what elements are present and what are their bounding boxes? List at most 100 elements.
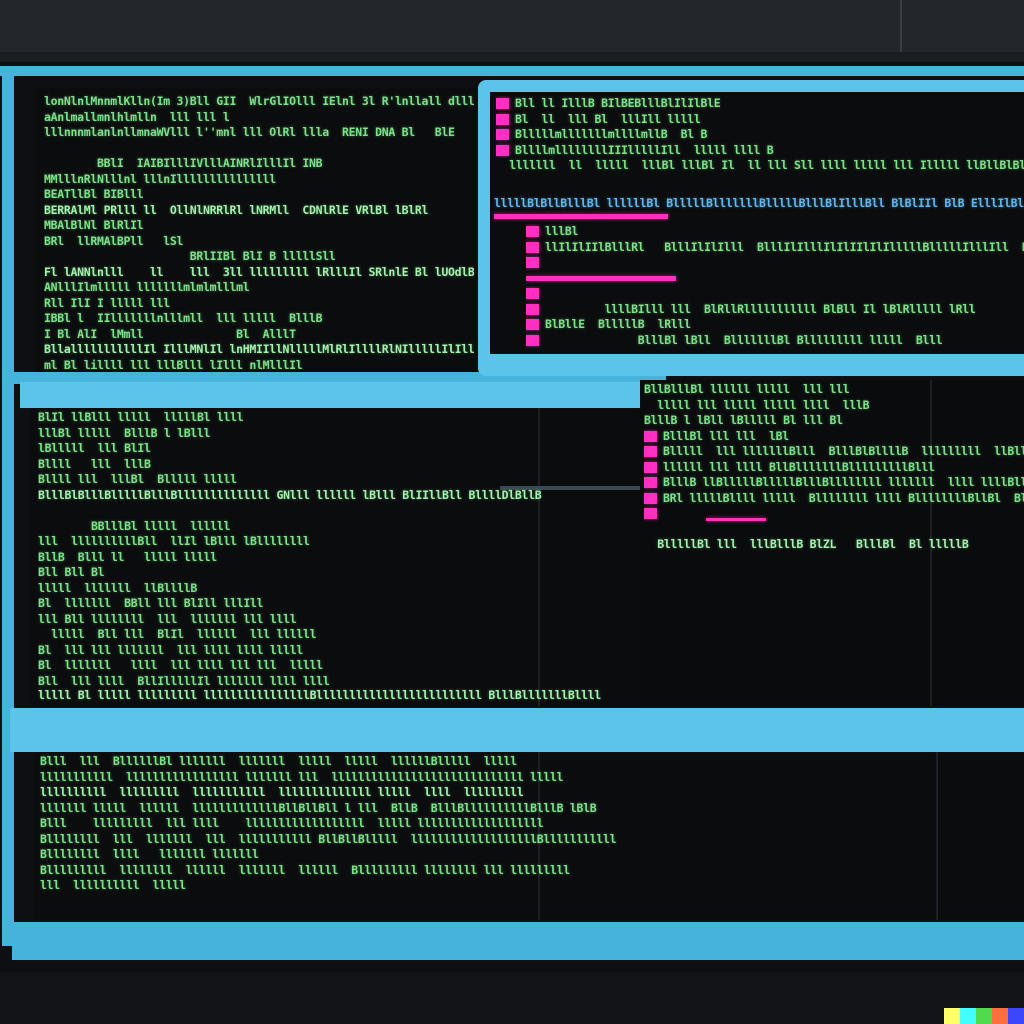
output-line: BlllB l lBll lBlllll Bl lll Bl <box>644 413 843 427</box>
marker-icon <box>526 257 539 268</box>
watermark-logo <box>944 1008 1024 1024</box>
output-line: Bll Bll Bl <box>38 565 105 579</box>
output-line: BEATllBl BIBlll <box>44 187 144 201</box>
terminal-header: Bll ll IlllB BIlBEBlllBlIlIlBlE Bl ll ll… <box>496 96 1024 196</box>
terminal-output: lonNlnlMnnmlKlln(Im 3)Bll GII WlrGlIOlll… <box>44 94 474 370</box>
marker-icon <box>526 241 539 253</box>
body-line <box>526 286 1024 302</box>
output-line: BlllBlBlllBlllllBlllBllllllllllllll GNll… <box>38 487 542 502</box>
output-line: Fl lANNlnlll ll lll 3ll lllllllll lRlllI… <box>44 264 474 279</box>
monitor-bottom-bezel <box>0 972 1024 1024</box>
output-line: lll llllllllll lllll <box>40 878 186 892</box>
output-line: lllll Bll lll BlIl llllll lll llllll <box>38 627 317 641</box>
output-line: llllllllll lllllllll lllllllllll lllllll… <box>40 785 524 799</box>
output-line: BBlllBl lllll llllll <box>38 518 231 533</box>
header-line: BllllmllllllllIIIlllllIll lllll llll B <box>496 143 1024 159</box>
output-line: Bl lll lll lllllll lll llll llll lllll <box>38 642 303 657</box>
output-line: llllll lll llll BllBlllllllBlllllllllBll… <box>644 460 1024 476</box>
marker-icon <box>526 303 539 315</box>
output-line: BlIl llBlll lllll lllllBl llll <box>38 410 244 424</box>
terminal-pane-top-left[interactable]: lonNlnlMnnmlKlln(Im 3)Bll GII WlrGlIOlll… <box>36 88 476 372</box>
monitor-top-bezel <box>0 0 1024 52</box>
output-line: lllll lll lllll lllll llll lllB <box>644 397 870 412</box>
terminal-output: Blll lll BllllllBl lllllll lllllll lllll… <box>40 754 900 920</box>
output-line: Rll IlI I lllll lll <box>44 295 170 310</box>
output-line: lBlllll lll BlIl <box>38 441 151 455</box>
pink-divider <box>494 214 668 219</box>
marker-icon <box>644 492 657 504</box>
output-line: I Bl AlI lMmll Bl AlllT <box>44 326 296 341</box>
output-line: lllll lllllll llBllllB <box>38 580 197 595</box>
highlighted-line: lllllBlBllBlllBl llllllBl BlllllBlllllll… <box>494 196 1024 214</box>
bezel-seam <box>900 0 902 52</box>
terminal-body: lllBl llIlIlIIlBlllRl BlllIlIlIlll BlllI… <box>526 224 1024 352</box>
pane-seam <box>936 752 938 920</box>
terminal-pane-middle-right[interactable]: BllBlllBl llllll lllll lll lll lllll lll… <box>640 380 1024 706</box>
frame-lower-rail <box>10 708 1024 752</box>
output-line: MMlllnRlNlllnl lllnIlllllllllllllll <box>44 171 276 186</box>
output-line: Bllllllll llll lllllll lllllll <box>40 847 259 861</box>
marker-icon <box>644 446 657 457</box>
output-line: Blll lllllllll lll llll llllllllllllllll… <box>40 816 544 830</box>
output-line: lllllll lllll llllll lllllllllllllBllBll… <box>40 800 597 815</box>
marker-icon <box>496 144 509 156</box>
body-line: llllBIlll lll BlRllRlllllllllll BlBll Il… <box>526 302 1024 318</box>
output-line: Bllll lll lllB <box>38 456 151 471</box>
output-line: aAnlmallmnlhlmlln lll lll l <box>44 109 230 124</box>
marker-icon <box>496 129 509 140</box>
output-line: Blllll lll lllllllBlll BlllBlBllllB llll… <box>644 444 1024 460</box>
terminal-pane-top-right[interactable]: Bll ll IlllB BIlBEBlllBlIlIlBlE Bl ll ll… <box>490 92 1024 354</box>
output-line: BRl lllllBllll lllll Bllllllll llll Blll… <box>644 491 1024 507</box>
output-line: lllBl lllll BlllB l lBlll <box>38 425 211 440</box>
output-line: lllnnnmlanlnllmnaWVlll l''mnl lll OlRl l… <box>44 125 455 139</box>
output-line: BlllBl lll lll lBl <box>644 429 1024 445</box>
frame-left-rail <box>2 66 14 946</box>
output-line: lonNlnlMnnmlKlln(Im 3)Bll GII WlrGlIOlll… <box>44 94 474 108</box>
frame-mid-rail-2 <box>20 382 665 408</box>
output-line: BllB Blll ll lllll lllll <box>38 549 217 564</box>
output-line: Bllllllll lll lllllll lll lllllllllll Bl… <box>40 831 617 846</box>
output-line: lll Bll llllllll lll lllllll lll llll <box>38 611 297 626</box>
body-line: BlBllE BlllllB lRlll <box>526 317 1024 333</box>
output-line <box>644 506 1024 522</box>
terminal-output: BllBlllBl llllll lllll lll lll lllll lll… <box>644 382 1024 562</box>
output-line: BRlIIBl BlI B lllllSll <box>44 249 336 263</box>
output-line: BERRAlMl PRlll ll OllNlNRRlRl lNRMll CDN… <box>44 202 429 217</box>
terminal-pane-bottom[interactable]: Blll lll BllllllBl lllllll lllllll lllll… <box>34 752 1024 920</box>
output-line: Bl lllllll llll lll llll lll lll lllll <box>38 658 323 672</box>
output-line: Blllllllll llllllll llllll lllllll lllll… <box>40 862 570 877</box>
marker-icon <box>526 288 539 299</box>
output-line: ml Bl lillll lll lllBlll lIlll nlMlllIl <box>44 357 303 371</box>
marker-icon <box>526 275 676 281</box>
output-line: BRl llRMAlBPll lSl <box>44 233 184 248</box>
body-line: BlllBl lBll BlllllllBl Blllllllll lllll … <box>526 333 1024 349</box>
output-line: lll llllllllllBll llIl lBlll lBllllllll <box>38 534 310 548</box>
body-line: llIlIlIIlBlllRl BlllIlIlIlll BlllIlIlllI… <box>526 240 1024 256</box>
frame-bottom-rail <box>12 922 1024 960</box>
body-line <box>526 255 1024 271</box>
marker-icon <box>526 319 539 330</box>
marker-icon <box>526 226 539 237</box>
output-line: Bl lllllll BBll lll BlIll lllIll <box>38 596 264 610</box>
output-line: Blll lll BllllllBl lllllll lllllll lllll… <box>40 754 517 768</box>
header-line: Bll ll IlllB BIlBEBlllBlIlIlBlE <box>496 96 1024 112</box>
terminal-output: BlIl llBlll lllll lllllBl llll lllBl lll… <box>38 410 638 706</box>
output-line: BlllllBl lll lllBlllB BlZL BlllBl Bl lll… <box>644 537 969 551</box>
output-line: BllalllllllllllIl IlllMNlIl lnHMIIllNlll… <box>44 342 474 356</box>
output-line: BllBlllBl llllll lllll lll lll <box>644 382 850 396</box>
body-line: lllBl <box>526 224 1024 240</box>
output-line: lllllllllll lllllllllllllllll lllllll ll… <box>40 769 564 784</box>
body-line <box>526 271 1024 287</box>
header-line: lllllll ll lllll lllBl lllBl Il ll lll S… <box>496 158 1024 172</box>
output-line: Bll lll llll BllIlllllIl lllllll llll ll… <box>38 673 330 688</box>
terminal-pane-middle-left[interactable]: BlIl llBlll lllll lllllBl llll lllBl lll… <box>30 408 640 706</box>
output-line: ANlllIlmlllll lllllllmlmlmlllml <box>44 280 250 294</box>
marker-icon <box>496 113 509 125</box>
output-line: IBBl l IIlllllllnlllmll lll lllll BlllB <box>44 311 323 325</box>
frame-top-rail <box>0 66 1024 76</box>
blue-status-line: lllllBlBllBlllBl llllllBl BlllllBlllllll… <box>494 196 1024 210</box>
marker-icon <box>644 430 657 442</box>
